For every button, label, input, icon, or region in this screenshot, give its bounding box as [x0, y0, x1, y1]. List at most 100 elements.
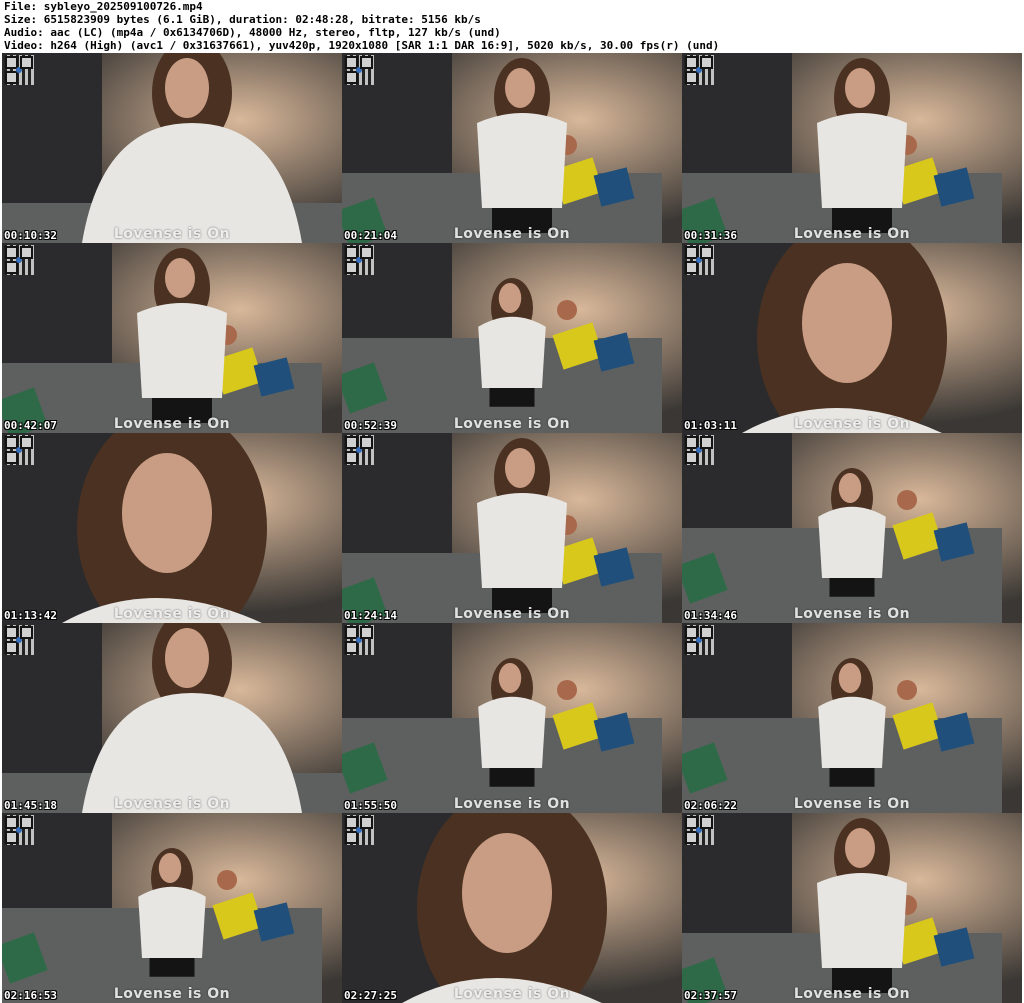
lovense-overlay-text: Lovense is On — [113, 606, 231, 622]
qr-code-icon — [4, 625, 34, 655]
face — [165, 258, 195, 298]
qr-code-icon — [684, 245, 714, 275]
thumbnail-timestamp: 01:13:42 — [4, 609, 57, 622]
lovense-overlay-text: Lovense is On — [113, 796, 231, 812]
thumbnail-scene — [2, 433, 342, 623]
thumbnail-timestamp: 02:27:25 — [344, 989, 397, 1002]
qr-code-icon — [684, 55, 714, 85]
qr-code-icon — [344, 815, 374, 845]
lovense-overlay-text: Lovense is On — [453, 796, 571, 812]
hoodie — [818, 506, 886, 578]
thumbnail-timestamp: 00:52:39 — [344, 419, 397, 432]
file-info-header: File: sybleyo_202509100726.mp4 Size: 651… — [4, 0, 1020, 52]
qr-code-icon — [684, 435, 714, 465]
face — [498, 283, 522, 313]
thumbnail-scene — [342, 433, 682, 623]
face — [122, 453, 212, 573]
thumbnail-timestamp: 01:03:11 — [684, 419, 737, 432]
video-info-line: Video: h264 (High) (avc1 / 0x31637661), … — [4, 39, 720, 52]
thumbnail-scene — [342, 53, 682, 243]
thumbnail-grid: Lovense is On 00:10:32 Lovense is On 00:21:… — [2, 53, 1022, 1003]
qr-code-icon — [4, 245, 34, 275]
shorts — [149, 958, 195, 977]
face — [845, 828, 875, 868]
thumbnail-timestamp: 01:24:14 — [344, 609, 397, 622]
video-thumbnail: Lovense is On 01:55:50 — [342, 623, 682, 813]
video-thumbnail: Lovense is On 02:06:22 — [682, 623, 1022, 813]
face — [498, 663, 522, 693]
thumbnail-scene — [342, 813, 682, 1003]
shorts — [829, 768, 875, 787]
audio-info-line: Audio: aac (LC) (mp4a / 0x6134706D), 480… — [4, 26, 501, 39]
face — [802, 263, 892, 383]
qr-code-icon — [4, 55, 34, 85]
lovense-overlay-text: Lovense is On — [793, 416, 911, 432]
thumbnail-scene — [682, 813, 1022, 1003]
hoodie — [477, 113, 567, 208]
video-thumbnail: Lovense is On 01:03:11 — [682, 243, 1022, 433]
face — [165, 628, 209, 688]
lovense-overlay-text: Lovense is On — [793, 796, 911, 812]
video-thumbnail: Lovense is On 01:13:42 — [2, 433, 342, 623]
thumbnail-scene — [342, 623, 682, 813]
qr-code-icon — [4, 815, 34, 845]
lovense-overlay-text: Lovense is On — [113, 416, 231, 432]
qr-code-icon — [4, 435, 34, 465]
hoodie — [477, 493, 567, 588]
video-thumbnail: Lovense is On 02:27:25 — [342, 813, 682, 1003]
shorts — [489, 768, 535, 787]
face — [838, 663, 862, 693]
video-thumbnail: Lovense is On 00:21:04 — [342, 53, 682, 243]
video-thumbnail: Lovense is On 01:45:18 — [2, 623, 342, 813]
flowers — [897, 680, 917, 700]
lovense-overlay-text: Lovense is On — [453, 226, 571, 242]
thumbnail-scene — [2, 813, 342, 1003]
video-thumbnail: Lovense is On 01:34:46 — [682, 433, 1022, 623]
lovense-overlay-text: Lovense is On — [793, 986, 911, 1002]
qr-code-icon — [344, 625, 374, 655]
thumbnail-timestamp: 00:42:07 — [4, 419, 57, 432]
qr-code-icon — [344, 435, 374, 465]
hoodie — [137, 303, 227, 398]
hoodie — [478, 696, 546, 768]
video-thumbnail: Lovense is On 00:52:39 — [342, 243, 682, 433]
thumbnail-timestamp: 01:45:18 — [4, 799, 57, 812]
face — [838, 473, 862, 503]
face — [165, 58, 209, 118]
thumbnail-scene — [682, 623, 1022, 813]
thumbnail-scene — [682, 433, 1022, 623]
shorts — [829, 578, 875, 597]
flowers — [217, 870, 237, 890]
lovense-overlay-text: Lovense is On — [793, 226, 911, 242]
flowers — [557, 680, 577, 700]
flowers — [557, 300, 577, 320]
video-thumbnail: Lovense is On 00:31:36 — [682, 53, 1022, 243]
thumbnail-scene — [2, 623, 342, 813]
thumbnail-scene — [342, 243, 682, 433]
lovense-overlay-text: Lovense is On — [113, 226, 231, 242]
qr-code-icon — [344, 245, 374, 275]
thumbnail-scene — [682, 243, 1022, 433]
flowers — [897, 490, 917, 510]
thumbnail-scene — [2, 53, 342, 243]
thumbnail-scene — [682, 53, 1022, 243]
hoodie — [818, 696, 886, 768]
lovense-overlay-text: Lovense is On — [453, 606, 571, 622]
thumbnail-scene — [2, 243, 342, 433]
video-thumbnail: Lovense is On 02:16:53 — [2, 813, 342, 1003]
face — [158, 853, 182, 883]
thumbnail-timestamp: 02:37:57 — [684, 989, 737, 1002]
lovense-overlay-text: Lovense is On — [113, 986, 231, 1002]
qr-code-icon — [684, 815, 714, 845]
file-name-line: File: sybleyo_202509100726.mp4 — [4, 0, 203, 13]
hoodie — [817, 873, 907, 968]
thumbnail-timestamp: 01:55:50 — [344, 799, 397, 812]
hoodie — [817, 113, 907, 208]
lovense-overlay-text: Lovense is On — [453, 986, 571, 1002]
thumbnail-timestamp: 02:16:53 — [4, 989, 57, 1002]
lovense-overlay-text: Lovense is On — [793, 606, 911, 622]
video-thumbnail: Lovense is On 02:37:57 — [682, 813, 1022, 1003]
shorts — [489, 388, 535, 407]
qr-code-icon — [344, 55, 374, 85]
thumbnail-timestamp: 00:31:36 — [684, 229, 737, 242]
